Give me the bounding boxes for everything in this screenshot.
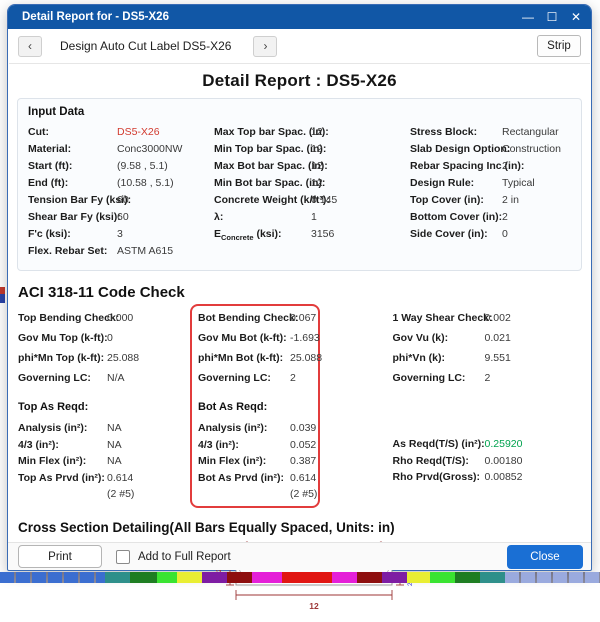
- dialog-footer: Print Add to Full Report Close: [8, 542, 591, 570]
- input-row: Tension Bar Fy (ksi):60: [28, 192, 214, 209]
- input-data-panel: Input Data Cut:DS5-X26 Material:Conc3000…: [17, 98, 582, 271]
- aci-row: Bot Bending Check:0.067: [198, 310, 318, 330]
- aci-row: Governing LC:2: [393, 370, 582, 390]
- back-chevron-icon: ‹: [28, 39, 32, 53]
- aci-row: Analysis (in²):0.039: [198, 420, 318, 437]
- aci-code-check-section: ACI 318-11 Code Check Top Bending Check:…: [18, 284, 582, 508]
- aci-row-bars: (2 #5): [198, 486, 318, 503]
- aci-row: Rho Prvd(Gross):0.00852: [393, 469, 582, 486]
- input-row: λ:1: [214, 209, 410, 226]
- aci-row: As Reqd(T/S) (in²):0.25920: [393, 436, 582, 453]
- close-icon[interactable]: ✕: [569, 10, 583, 24]
- detail-report-dialog: Detail Report for - DS5-X26 — ☐ ✕ ‹ Desi…: [7, 4, 592, 571]
- nav-separator: [9, 63, 590, 64]
- input-row: Bottom Cover (in):2: [410, 209, 577, 226]
- input-row: Design Rule:Typical: [410, 175, 577, 192]
- checkbox-label: Add to Full Report: [138, 551, 231, 563]
- close-button[interactable]: Close: [507, 545, 583, 569]
- aci-shear-column: 1 Way Shear Check:0.002 Gov Vu (k):0.021…: [393, 310, 582, 486]
- minimize-icon[interactable]: —: [521, 10, 535, 24]
- input-row: F'c (ksi):3: [28, 226, 214, 243]
- cut-label: Design Auto Cut Label DS5-X26: [60, 39, 231, 53]
- dim-bottom: 12: [309, 601, 319, 611]
- maximize-icon[interactable]: ☐: [545, 10, 559, 24]
- forward-button[interactable]: ›: [253, 36, 277, 57]
- aci-row: Top Bending Check:0.000: [18, 310, 190, 330]
- aci-row: Analysis (in²):NA: [18, 420, 190, 437]
- back-button[interactable]: ‹: [18, 36, 42, 57]
- aci-row: Gov Mu Top (k-ft):0: [18, 330, 190, 350]
- input-row: Flex. Rebar Set:ASTM A615: [28, 243, 214, 260]
- input-row: Slab Design Option:Construction: [410, 141, 577, 158]
- input-row: Max Top bar Spac. (in):12: [214, 124, 410, 141]
- aci-bot-column-highlight-box: Bot Bending Check:0.067 Gov Mu Bot (k-ft…: [190, 304, 320, 508]
- background-drawing-fragment-blue: [0, 294, 5, 303]
- cross-section-title: Cross Section Detailing(All Bars Equally…: [18, 520, 582, 535]
- aci-row: Governing LC:N/A: [18, 370, 190, 390]
- aci-row-bars: (2 #5): [18, 486, 190, 503]
- input-row: Min Top bar Spac. (in):12: [214, 141, 410, 158]
- input-row-econcrete: EConcrete (ksi): 3156: [214, 226, 410, 243]
- window-title: Detail Report for - DS5-X26: [22, 11, 521, 23]
- title-bar: Detail Report for - DS5-X26 — ☐ ✕: [8, 5, 591, 29]
- aci-row: 1 Way Shear Check:0.002: [393, 310, 582, 330]
- input-row: Rebar Spacing Inc (in):2: [410, 158, 577, 175]
- input-row: Top Cover (in):2 in: [410, 192, 577, 209]
- aci-row: Min Flex (in²):0.387: [198, 453, 318, 470]
- add-to-full-report-checkbox[interactable]: [116, 550, 130, 564]
- aci-top-column: Top Bending Check:0.000 Gov Mu Top (k-ft…: [18, 310, 190, 503]
- strip-button[interactable]: Strip: [537, 35, 581, 57]
- aci-row: phi*Mn Top (k-ft):25.088: [18, 350, 190, 370]
- aci-row: 4/3 (in²):NA: [18, 437, 190, 454]
- aci-row: phi*Vn (k):9.551: [393, 350, 582, 370]
- aci-row: Gov Mu Bot (k-ft):-1.693: [198, 330, 318, 350]
- aci-row: phi*Mn Bot (k-ft):25.088: [198, 350, 318, 370]
- input-row: Shear Bar Fy (ksi):60: [28, 209, 214, 226]
- aci-row: Gov Vu (k):0.021: [393, 330, 582, 350]
- input-row: Side Cover (in):0: [410, 226, 577, 243]
- aci-section-title: ACI 318-11 Code Check: [18, 284, 582, 301]
- background-drawing-fragment-red: [0, 287, 5, 294]
- top-as-reqd-title: Top As Reqd:: [18, 401, 190, 420]
- input-col-2: Max Top bar Spac. (in):12 Min Top bar Sp…: [214, 124, 410, 260]
- aci-row: Bot As Prvd (in²):0.614: [198, 470, 318, 487]
- forward-chevron-icon: ›: [263, 39, 267, 53]
- cross-section-detailing: Cross Section Detailing(All Bars Equally…: [18, 520, 582, 622]
- input-data-title: Input Data: [28, 106, 577, 118]
- aci-row: Rho Reqd(T/S):0.00180: [393, 453, 582, 470]
- input-row: Min Bot bar Spac. (in):12: [214, 175, 410, 192]
- print-button[interactable]: Print: [18, 545, 102, 568]
- aci-row: Top As Prvd (in²):0.614: [18, 470, 190, 487]
- input-row: Concrete Weight (k/ft³):0.145: [214, 192, 410, 209]
- input-row: Cut:DS5-X26: [28, 124, 214, 141]
- input-col-1: Cut:DS5-X26 Material:Conc3000NW Start (f…: [28, 124, 214, 260]
- aci-row: Governing LC:2: [198, 370, 318, 390]
- input-row: Material:Conc3000NW: [28, 141, 214, 158]
- aci-row: Min Flex (in²):NA: [18, 453, 190, 470]
- nav-row: ‹ Design Auto Cut Label DS5-X26 › Strip: [8, 29, 591, 63]
- report-heading: Detail Report : DS5-X26: [8, 71, 591, 91]
- bot-as-reqd-title: Bot As Reqd:: [198, 401, 318, 420]
- input-row: Max Bot bar Spac. (in):12: [214, 158, 410, 175]
- input-row: End (ft):(10.58 , 5.1): [28, 175, 214, 192]
- input-col-3: Stress Block:Rectangular Slab Design Opt…: [410, 124, 577, 260]
- input-row: Start (ft):(9.58 , 5.1): [28, 158, 214, 175]
- input-row: Stress Block:Rectangular: [410, 124, 577, 141]
- background-app-strip: [0, 572, 600, 583]
- aci-row: 4/3 (in²):0.052: [198, 437, 318, 454]
